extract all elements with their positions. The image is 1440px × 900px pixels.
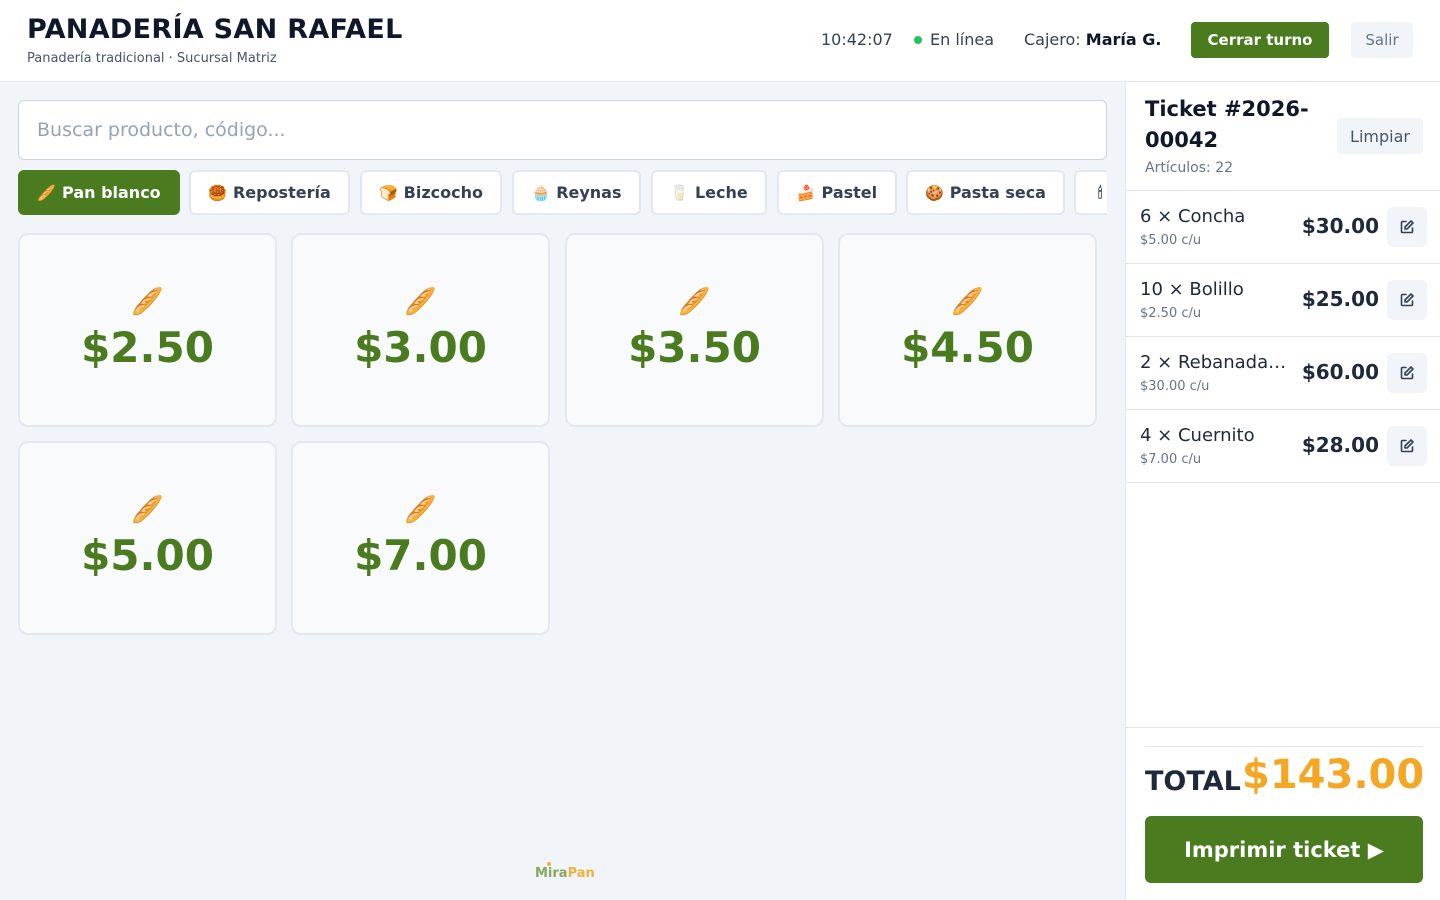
cake-icon: 🍰: [796, 183, 816, 202]
product-card[interactable]: 🥖 $3.00: [291, 233, 550, 427]
category-label: Repostería: [232, 183, 331, 202]
logo-part-2: Pan: [567, 866, 595, 881]
category-more[interactable]: 🕯: [1074, 170, 1107, 215]
edit-icon: [1400, 293, 1414, 307]
bread-icon: 🍞: [378, 183, 398, 202]
print-ticket-button[interactable]: Imprimir ticket ▶: [1145, 816, 1423, 883]
baguette-icon: 🥖: [131, 495, 164, 525]
candle-icon: 🕯: [1098, 183, 1103, 202]
mooncake-icon: 🥮: [208, 183, 227, 202]
mirapan-logo: MiraPan: [535, 862, 595, 881]
line-total: $60.00: [1301, 360, 1379, 384]
category-label: Pan blanco: [62, 183, 161, 202]
category-leche[interactable]: 🥛 Leche: [651, 170, 767, 215]
baguette-icon: 🥖: [404, 495, 437, 525]
total-label: TOTAL: [1145, 766, 1241, 797]
connection-status: En línea: [914, 30, 994, 49]
product-price: $3.50: [628, 323, 761, 372]
line-name: 6 × Concha: [1140, 206, 1246, 227]
line-total: $30.00: [1301, 214, 1379, 238]
ticket-line: 2 × Rebanada de pastel $30.00 c/u $60.00: [1126, 337, 1440, 410]
search-input[interactable]: [18, 100, 1107, 160]
close-shift-button[interactable]: Cerrar turno: [1191, 22, 1329, 58]
category-label: Pastel: [821, 183, 878, 202]
edit-icon: [1400, 439, 1414, 453]
line-unit-price: $30.00 c/u: [1140, 379, 1210, 394]
category-pan-blanco[interactable]: 🥖 Pan blanco: [18, 170, 180, 215]
product-card[interactable]: 🥖 $5.00: [18, 441, 277, 635]
baguette-icon: 🥖: [37, 183, 57, 202]
baguette-icon: 🥖: [678, 287, 711, 317]
edit-line-button[interactable]: [1387, 207, 1427, 247]
cupcake-icon: 🧁: [531, 183, 551, 202]
line-total: $28.00: [1301, 433, 1379, 457]
divider: [1145, 746, 1422, 747]
product-price: $2.50: [81, 323, 214, 372]
product-price: $3.00: [354, 323, 487, 372]
category-label: Leche: [694, 183, 748, 202]
baguette-icon: 🥖: [131, 287, 164, 317]
ticket-header: Ticket #2026-00042 Artículos: 22 Limpiar: [1126, 82, 1440, 191]
product-card[interactable]: 🥖 $2.50: [18, 233, 277, 427]
edit-icon: [1400, 220, 1414, 234]
category-label: Bizcocho: [403, 183, 484, 202]
cashier-info: Cajero: María G.: [1024, 30, 1161, 49]
category-bar: 🥖 Pan blanco 🥮 Repostería 🍞 Bizcocho 🧁 R…: [18, 170, 1107, 216]
clear-ticket-button[interactable]: Limpiar: [1337, 118, 1423, 154]
status-dot-icon: [914, 35, 922, 44]
edit-line-button[interactable]: [1387, 426, 1427, 466]
total-value: $143.00: [1242, 752, 1425, 798]
cashier-label: Cajero:: [1024, 30, 1081, 49]
line-name: 10 × Bolillo: [1140, 279, 1244, 300]
ticket-title: Ticket #2026-00042: [1145, 97, 1309, 152]
ticket-line: 4 × Cuernito $7.00 c/u $28.00: [1126, 410, 1440, 483]
product-price: $7.00: [354, 531, 487, 580]
logo-part-1: Mira: [535, 866, 568, 881]
category-reposteria[interactable]: 🥮 Repostería: [189, 170, 350, 215]
milk-icon: 🥛: [670, 183, 689, 202]
product-card[interactable]: 🥖 $3.50: [565, 233, 824, 427]
category-bizcocho[interactable]: 🍞 Bizcocho: [360, 170, 502, 215]
store-subtitle: Panadería tradicional · Sucursal Matriz: [27, 51, 277, 66]
product-price: $5.00: [81, 531, 214, 580]
category-label: Pasta seca: [949, 183, 1046, 202]
line-name: 4 × Cuernito: [1140, 425, 1255, 446]
edit-line-button[interactable]: [1387, 353, 1427, 393]
product-card[interactable]: 🥖 $7.00: [291, 441, 550, 635]
line-total: $25.00: [1301, 287, 1379, 311]
edit-line-button[interactable]: [1387, 280, 1427, 320]
exit-button[interactable]: Salir: [1351, 22, 1413, 58]
store-title: PANADERÍA SAN RAFAEL: [27, 14, 403, 45]
category-label: Reynas: [556, 183, 622, 202]
ticket-item-count: Artículos: 22: [1145, 160, 1234, 176]
line-unit-price: $7.00 c/u: [1140, 452, 1202, 467]
status-label: En línea: [930, 30, 995, 49]
category-reynas[interactable]: 🧁 Reynas: [512, 170, 641, 215]
line-unit-price: $2.50 c/u: [1140, 306, 1202, 321]
ticket-panel: Ticket #2026-00042 Artículos: 22 Limpiar…: [1125, 82, 1440, 900]
cashier-name: María G.: [1085, 30, 1162, 49]
ticket-line: 6 × Concha $5.00 c/u $30.00: [1126, 191, 1440, 264]
edit-icon: [1400, 366, 1414, 380]
line-name: 2 × Rebanada de pastel: [1140, 352, 1290, 373]
category-pasta-seca[interactable]: 🍪 Pasta seca: [906, 170, 1065, 215]
product-card[interactable]: 🥖 $4.50: [838, 233, 1097, 427]
baguette-icon: 🥖: [951, 287, 984, 317]
product-price: $4.50: [901, 323, 1034, 372]
baguette-icon: 🥖: [404, 287, 437, 317]
clock: 10:42:07: [821, 30, 893, 49]
category-pastel[interactable]: 🍰 Pastel: [777, 170, 897, 215]
logo-dot: [547, 862, 551, 866]
ticket-footer: TOTAL $143.00 Imprimir ticket ▶: [1126, 727, 1440, 900]
app-header: PANADERÍA SAN RAFAEL Panadería tradicion…: [0, 0, 1440, 82]
line-unit-price: $5.00 c/u: [1140, 233, 1202, 248]
cookie-icon: 🍪: [925, 183, 944, 202]
ticket-line: 10 × Bolillo $2.50 c/u $25.00: [1126, 264, 1440, 337]
